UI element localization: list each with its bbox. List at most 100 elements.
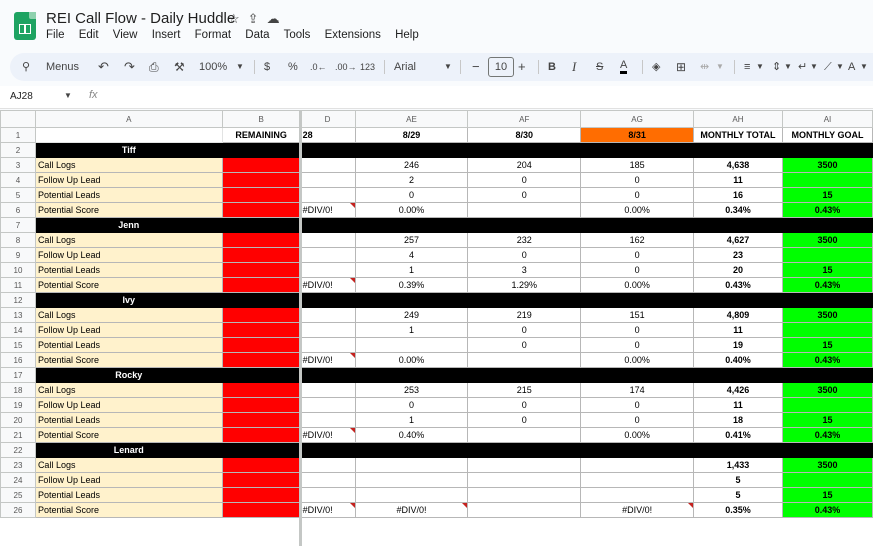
monthly-total-cell[interactable]: 11 <box>692 172 783 188</box>
cell[interactable] <box>354 292 469 308</box>
monthly-total-header[interactable]: MONTHLY TOTAL <box>692 127 783 143</box>
row-number[interactable]: 5 <box>0 187 36 203</box>
cell[interactable] <box>354 337 469 353</box>
cell[interactable] <box>467 457 582 473</box>
cell[interactable] <box>221 217 301 233</box>
column-header[interactable]: AE <box>354 110 469 128</box>
remaining-cell[interactable] <box>221 157 301 173</box>
row-number[interactable]: 16 <box>0 352 36 368</box>
menu-extensions[interactable]: Extensions <box>325 29 381 41</box>
cell[interactable]: #DIV/0! <box>299 352 356 368</box>
italic-button[interactable]: I <box>572 59 576 75</box>
cell[interactable] <box>299 337 356 353</box>
row-number[interactable]: 7 <box>0 217 36 233</box>
metric-label[interactable]: Potential Leads <box>34 412 223 428</box>
cell[interactable] <box>580 217 694 233</box>
row-number[interactable]: 21 <box>0 427 36 443</box>
cell[interactable] <box>221 142 301 158</box>
chevron-down-icon[interactable]: ▼ <box>64 91 72 100</box>
monthly-goal-cell[interactable] <box>781 172 873 188</box>
cell[interactable] <box>354 217 469 233</box>
cell[interactable]: 162 <box>580 232 694 248</box>
metric-label[interactable]: Potential Leads <box>34 262 223 278</box>
search-icon[interactable]: ⚲ <box>22 59 30 75</box>
cell[interactable] <box>299 367 356 383</box>
metric-label[interactable]: Call Logs <box>34 307 223 323</box>
column-header[interactable]: A <box>34 110 223 128</box>
monthly-goal-cell[interactable] <box>781 472 873 488</box>
cell[interactable] <box>692 217 783 233</box>
cell[interactable] <box>580 487 694 503</box>
row-number[interactable]: 3 <box>0 157 36 173</box>
monthly-total-cell[interactable]: 5 <box>692 487 783 503</box>
monthly-total-cell[interactable]: 4,426 <box>692 382 783 398</box>
cell[interactable]: 0 <box>580 412 694 428</box>
cell[interactable]: 204 <box>467 157 582 173</box>
monthly-goal-cell[interactable]: 0.43% <box>781 202 873 218</box>
monthly-goal-cell[interactable]: 0.43% <box>781 427 873 443</box>
remaining-cell[interactable] <box>221 202 301 218</box>
metric-label[interactable]: Call Logs <box>34 382 223 398</box>
column-header[interactable]: AH <box>692 110 783 128</box>
cell[interactable] <box>299 187 356 203</box>
fill-color-icon[interactable]: ◈ <box>652 59 660 75</box>
cell[interactable]: #DIV/0! <box>299 427 356 443</box>
cell[interactable]: 0 <box>467 322 582 338</box>
cell[interactable] <box>467 487 582 503</box>
metric-label[interactable]: Follow Up Lead <box>34 247 223 263</box>
monthly-goal-cell[interactable] <box>781 247 873 263</box>
person-name[interactable]: Ivy <box>34 292 223 308</box>
metric-label[interactable]: Potential Leads <box>34 487 223 503</box>
cell[interactable]: 246 <box>354 157 469 173</box>
cell[interactable]: 4 <box>354 247 469 263</box>
remaining-cell[interactable] <box>221 352 301 368</box>
cell[interactable]: 2 <box>354 172 469 188</box>
cell[interactable]: 215 <box>467 382 582 398</box>
menus-search-button[interactable]: Menus <box>46 59 79 75</box>
menu-tools[interactable]: Tools <box>284 29 311 41</box>
cell[interactable]: 0.00% <box>580 202 694 218</box>
cell[interactable] <box>467 472 582 488</box>
cell[interactable] <box>580 472 694 488</box>
remaining-cell[interactable] <box>221 502 301 518</box>
remaining-header[interactable]: REMAINING <box>221 127 301 143</box>
monthly-total-cell[interactable]: 0.35% <box>692 502 783 518</box>
remaining-cell[interactable] <box>221 172 301 188</box>
remaining-cell[interactable] <box>221 397 301 413</box>
menu-format[interactable]: Format <box>195 29 231 41</box>
cell[interactable]: 232 <box>467 232 582 248</box>
monthly-total-cell[interactable]: 5 <box>692 472 783 488</box>
monthly-goal-cell[interactable]: 0.43% <box>781 502 873 518</box>
bold-button[interactable]: B <box>548 59 556 75</box>
remaining-cell[interactable] <box>221 382 301 398</box>
name-box[interactable]: AJ28 <box>10 91 33 102</box>
date-header-partial[interactable]: 28 <box>299 127 356 143</box>
cell[interactable] <box>580 142 694 158</box>
row-number[interactable]: 14 <box>0 322 36 338</box>
cell[interactable] <box>221 442 301 458</box>
cell[interactable] <box>467 217 582 233</box>
metric-label[interactable]: Potential Leads <box>34 337 223 353</box>
cell[interactable] <box>299 412 356 428</box>
row-number[interactable]: 1 <box>0 127 36 143</box>
font-size-input[interactable]: 10 <box>488 57 514 77</box>
monthly-goal-cell[interactable]: 15 <box>781 262 873 278</box>
cell[interactable] <box>354 487 469 503</box>
monthly-goal-cell[interactable]: 3500 <box>781 157 873 173</box>
remaining-cell[interactable] <box>221 457 301 473</box>
person-name[interactable]: Tiff <box>34 142 223 158</box>
metric-label[interactable]: Potential Score <box>34 352 223 368</box>
font-size-decrease-button[interactable]: − <box>472 59 480 75</box>
monthly-total-cell[interactable]: 0.40% <box>692 352 783 368</box>
cell[interactable] <box>221 367 301 383</box>
cell[interactable] <box>299 142 356 158</box>
monthly-total-cell[interactable]: 0.34% <box>692 202 783 218</box>
cell[interactable]: 0 <box>580 172 694 188</box>
cell[interactable]: 0 <box>467 187 582 203</box>
cell[interactable] <box>299 457 356 473</box>
row-number[interactable]: 12 <box>0 292 36 308</box>
sheets-logo-icon[interactable] <box>14 12 36 40</box>
cell[interactable] <box>299 217 356 233</box>
cell[interactable]: 0.40% <box>354 427 469 443</box>
metric-label[interactable]: Potential Score <box>34 502 223 518</box>
